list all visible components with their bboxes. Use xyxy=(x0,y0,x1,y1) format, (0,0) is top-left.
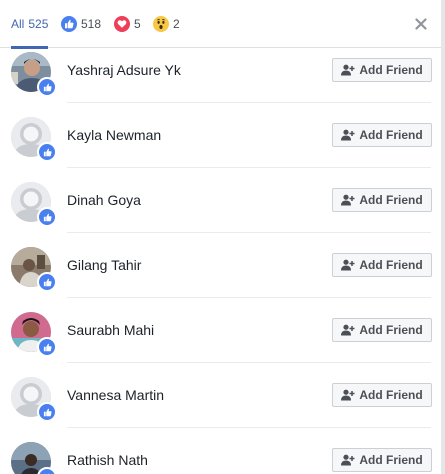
list-item: Vannesa Martin Add Friend xyxy=(0,363,441,428)
like-badge-icon xyxy=(37,467,57,474)
heart-icon xyxy=(114,16,130,32)
add-friend-icon xyxy=(341,324,355,336)
add-friend-label: Add Friend xyxy=(359,258,423,272)
add-friend-icon xyxy=(341,259,355,271)
list-item: Yashraj Adsure Yk Add Friend xyxy=(0,38,441,103)
list-item: Dinah Goya Add Friend xyxy=(0,168,441,233)
add-friend-label: Add Friend xyxy=(359,128,423,142)
add-friend-button[interactable]: Add Friend xyxy=(332,188,432,212)
tab-all-label: All xyxy=(11,17,25,31)
list-item: Kayla Newman Add Friend xyxy=(0,103,441,168)
like-badge-icon xyxy=(37,337,57,357)
person-name[interactable]: Vannesa Martin xyxy=(67,387,164,403)
like-badge-icon xyxy=(37,272,57,292)
add-friend-label: Add Friend xyxy=(359,63,423,77)
add-friend-label: Add Friend xyxy=(359,453,423,467)
add-friend-button[interactable]: Add Friend xyxy=(332,58,432,82)
person-name[interactable]: Saurabh Mahi xyxy=(67,322,154,338)
reactions-dialog: All 525 518 5 2 Yashraj Adsure Yk Add Fr… xyxy=(0,0,441,474)
list-item: Rathish Nath Add Friend xyxy=(0,428,441,474)
add-friend-icon xyxy=(341,389,355,401)
like-badge-icon xyxy=(37,207,57,227)
like-badge-icon xyxy=(37,142,57,162)
add-friend-button[interactable]: Add Friend xyxy=(332,448,432,472)
add-friend-icon xyxy=(341,64,355,76)
person-name[interactable]: Kayla Newman xyxy=(67,127,161,143)
tab-wow-count: 2 xyxy=(173,17,180,31)
add-friend-button[interactable]: Add Friend xyxy=(332,318,432,342)
add-friend-icon xyxy=(341,454,355,466)
like-badge-icon xyxy=(37,77,57,97)
list-item: Gilang Tahir Add Friend xyxy=(0,233,441,298)
person-name[interactable]: Yashraj Adsure Yk xyxy=(67,62,181,78)
avatar-container[interactable] xyxy=(11,117,57,162)
add-friend-icon xyxy=(341,194,355,206)
like-badge-icon xyxy=(37,402,57,422)
person-name[interactable]: Gilang Tahir xyxy=(67,257,141,273)
add-friend-button[interactable]: Add Friend xyxy=(332,253,432,277)
add-friend-label: Add Friend xyxy=(359,323,423,337)
avatar-container[interactable] xyxy=(11,182,57,227)
tab-all-count: 525 xyxy=(28,17,49,31)
person-name[interactable]: Dinah Goya xyxy=(67,192,141,208)
tab-like-count: 518 xyxy=(81,17,102,31)
avatar-container[interactable] xyxy=(11,312,57,357)
avatar-container[interactable] xyxy=(11,442,57,474)
add-friend-button[interactable]: Add Friend xyxy=(332,123,432,147)
close-icon[interactable] xyxy=(415,17,427,30)
avatar-container[interactable] xyxy=(11,377,57,422)
add-friend-icon xyxy=(341,129,355,141)
list-item: Saurabh Mahi Add Friend xyxy=(0,298,441,363)
add-friend-label: Add Friend xyxy=(359,193,423,207)
add-friend-button[interactable]: Add Friend xyxy=(332,383,432,407)
avatar-container[interactable] xyxy=(11,247,57,292)
wow-icon xyxy=(153,16,169,32)
add-friend-label: Add Friend xyxy=(359,388,423,402)
person-name[interactable]: Rathish Nath xyxy=(67,452,148,468)
tab-love-count: 5 xyxy=(134,17,141,31)
like-icon xyxy=(61,16,77,32)
scrollbar[interactable] xyxy=(441,0,445,474)
avatar-container[interactable] xyxy=(11,52,57,97)
